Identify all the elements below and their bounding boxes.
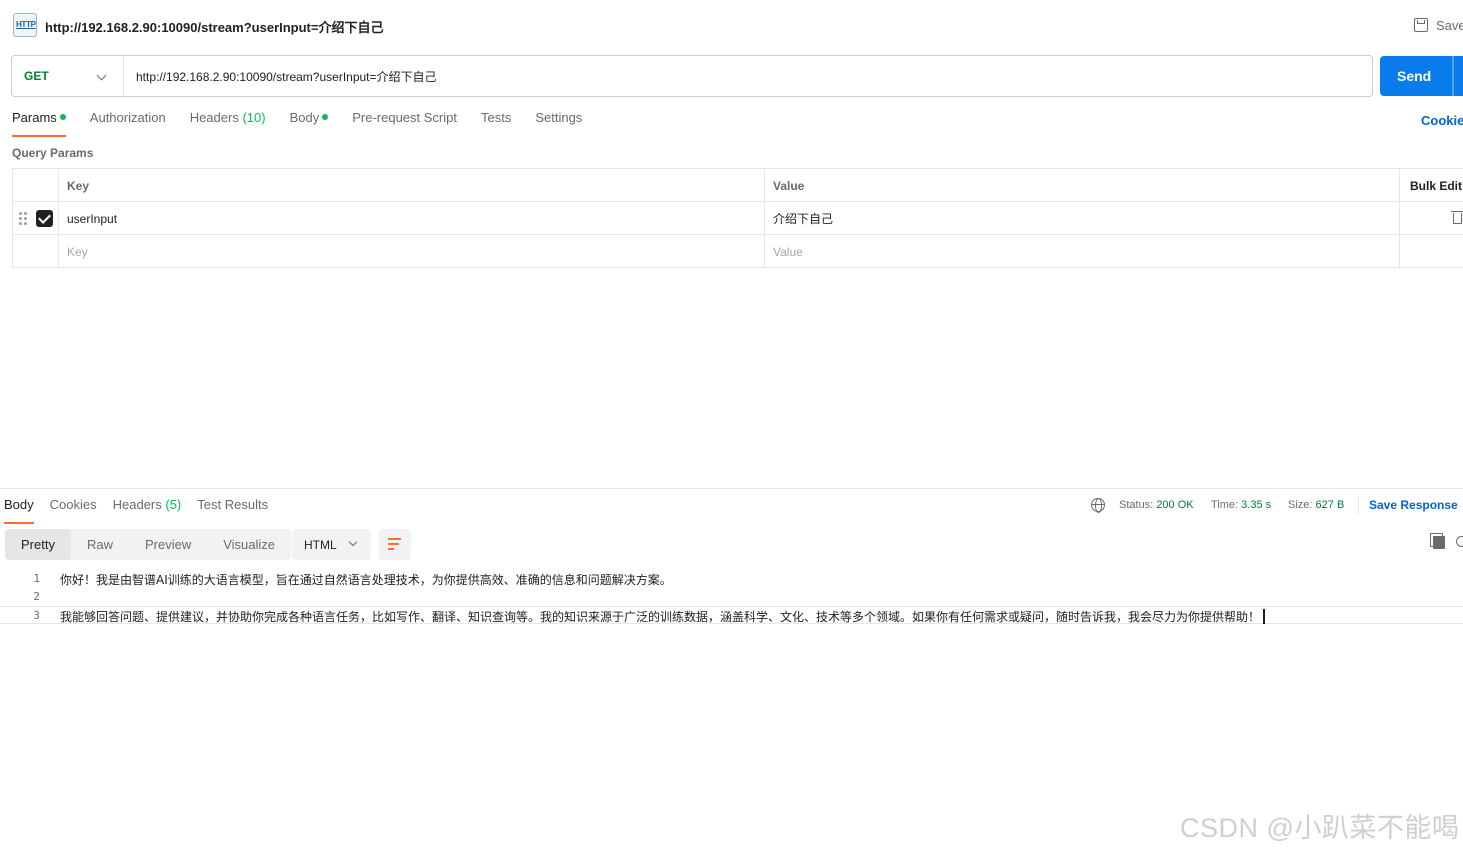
code-line-text: 你好！我是由智谱AI训练的大语言模型，旨在通过自然语言处理技术，为你提供高效、准… bbox=[60, 573, 672, 587]
param-key-field[interactable]: userInput bbox=[58, 202, 764, 235]
code-line-text-wrap: 我能够回答问题、提供建议，并协助你完成各种语言任务，比如写作、翻译、知识查询等。… bbox=[60, 608, 1265, 625]
view-visualize-button[interactable]: Visualize bbox=[207, 529, 291, 560]
send-options-divider bbox=[1452, 56, 1454, 96]
line-number: 3 bbox=[33, 609, 40, 622]
code-line: 2 bbox=[0, 588, 1463, 606]
headers-count: (10) bbox=[242, 110, 266, 125]
tab-body-label: Body bbox=[289, 110, 320, 125]
wrap-lines-icon[interactable] bbox=[379, 529, 411, 560]
params-dot-indicator bbox=[59, 114, 66, 120]
column-header-key: Key bbox=[58, 169, 764, 202]
view-raw-button[interactable]: Raw bbox=[71, 529, 129, 560]
request-bar: GET bbox=[11, 55, 1373, 97]
table-header-row: Key Value Bulk Edit bbox=[12, 169, 1463, 202]
view-mode-group: Pretty Raw Preview Visualize bbox=[5, 529, 292, 560]
save-label: Save bbox=[1436, 17, 1463, 33]
tab-body[interactable]: Body bbox=[290, 110, 329, 134]
url-input[interactable] bbox=[124, 56, 1372, 96]
body-dot-indicator bbox=[322, 114, 329, 120]
tab-authorization[interactable]: Authorization bbox=[90, 110, 166, 134]
delete-icon[interactable] bbox=[1451, 211, 1463, 224]
response-headers-count: (5) bbox=[165, 497, 182, 512]
http-request-icon: HTTP bbox=[13, 13, 37, 37]
tab-headers[interactable]: Headers (10) bbox=[190, 110, 266, 134]
copy-icon[interactable] bbox=[1430, 533, 1445, 549]
globe-icon[interactable] bbox=[1091, 498, 1105, 513]
status-value: 200 OK bbox=[1156, 499, 1194, 511]
view-preview-button[interactable]: Preview bbox=[129, 529, 207, 560]
size-value: 627 B bbox=[1315, 499, 1345, 511]
tab-response-headers[interactable]: Headers (5) bbox=[113, 497, 182, 521]
save-button[interactable]: Save bbox=[1414, 16, 1463, 34]
table-row-empty: Key Value bbox=[12, 235, 1463, 268]
code-line-text: 我能够回答问题、提供建议，并协助你完成各种语言任务，比如写作、翻译、知识查询等。… bbox=[60, 610, 1261, 624]
chevron-down-icon bbox=[96, 70, 107, 81]
table-row: userInput 介绍下自己 bbox=[12, 202, 1463, 235]
tab-response-body[interactable]: Body bbox=[4, 497, 34, 524]
new-value-field[interactable]: Value bbox=[764, 235, 1399, 268]
tab-pre-request-script[interactable]: Pre-request Script bbox=[352, 110, 457, 134]
new-key-field[interactable]: Key bbox=[58, 235, 764, 268]
response-body-editor[interactable]: 1 你好！我是由智谱AI训练的大语言模型，旨在通过自然语言处理技术，为你提供高效… bbox=[0, 570, 1463, 624]
line-number: 2 bbox=[33, 590, 40, 603]
status-label: Status: bbox=[1119, 499, 1154, 511]
watermark: CSDN @小趴菜不能喝 bbox=[1180, 813, 1460, 843]
request-tabs: Params Authorization Headers (10) Body P… bbox=[12, 110, 606, 137]
cookies-link[interactable]: Cookies bbox=[1421, 113, 1463, 128]
query-params-table: Key Value Bulk Edit userInput 介绍下自己 Key … bbox=[12, 168, 1463, 268]
http-badge-text: HTTP bbox=[16, 20, 36, 29]
row-check-cell bbox=[12, 202, 58, 235]
param-value-field[interactable]: 介绍下自己 bbox=[764, 202, 1399, 235]
status-readout[interactable]: Status: 200 OK bbox=[1119, 499, 1194, 511]
request-title[interactable]: http://192.168.2.90:10090/stream?userInp… bbox=[45, 17, 383, 36]
text-caret bbox=[1263, 609, 1265, 624]
column-header-value: Value bbox=[764, 169, 1399, 202]
code-line: 1 你好！我是由智谱AI训练的大语言模型，旨在通过自然语言处理技术，为你提供高效… bbox=[0, 570, 1463, 588]
response-divider[interactable] bbox=[0, 488, 1463, 489]
send-button[interactable]: Send bbox=[1380, 56, 1463, 96]
tab-test-results[interactable]: Test Results bbox=[197, 497, 268, 521]
header-check-cell bbox=[12, 169, 58, 202]
tab-params-label: Params bbox=[12, 110, 57, 125]
save-response-button[interactable]: Save Response bbox=[1369, 498, 1458, 512]
time-readout[interactable]: Time: 3.35 s bbox=[1211, 499, 1271, 511]
code-line-current: 3 我能够回答问题、提供建议，并协助你完成各种语言任务，比如写作、翻译、知识查询… bbox=[0, 606, 1463, 624]
format-select[interactable]: HTML bbox=[292, 529, 371, 560]
tab-tests[interactable]: Tests bbox=[481, 110, 511, 134]
row-actions-cell bbox=[1399, 235, 1463, 268]
query-params-title: Query Params bbox=[12, 146, 94, 160]
time-label: Time: bbox=[1211, 499, 1239, 511]
format-label: HTML bbox=[304, 537, 337, 552]
row-check-cell bbox=[12, 235, 58, 268]
save-icon bbox=[1414, 18, 1428, 32]
search-icon[interactable] bbox=[1456, 536, 1463, 547]
tab-response-headers-label: Headers bbox=[112, 497, 162, 512]
view-pretty-button[interactable]: Pretty bbox=[5, 529, 71, 560]
method-select[interactable]: GET bbox=[12, 56, 124, 96]
drag-handle-icon[interactable] bbox=[19, 212, 27, 226]
chevron-down-icon bbox=[348, 537, 358, 547]
tab-settings[interactable]: Settings bbox=[535, 110, 582, 134]
stat-divider bbox=[1358, 496, 1359, 514]
size-readout[interactable]: Size: 627 B bbox=[1288, 499, 1344, 511]
tab-response-cookies[interactable]: Cookies bbox=[50, 497, 97, 521]
response-tabs: Body Cookies Headers (5) Test Results bbox=[4, 497, 284, 524]
size-label: Size: bbox=[1288, 499, 1313, 511]
method-label: GET bbox=[24, 69, 49, 83]
param-enabled-checkbox[interactable] bbox=[36, 210, 53, 227]
tab-params[interactable]: Params bbox=[12, 110, 66, 137]
line-number: 1 bbox=[33, 572, 40, 585]
bulk-edit-link[interactable]: Bulk Edit bbox=[1399, 169, 1463, 202]
request-title-bar: HTTP http://192.168.2.90:10090/stream?us… bbox=[0, 0, 1463, 50]
tab-headers-label: Headers bbox=[189, 110, 239, 125]
time-value: 3.35 s bbox=[1241, 499, 1272, 511]
